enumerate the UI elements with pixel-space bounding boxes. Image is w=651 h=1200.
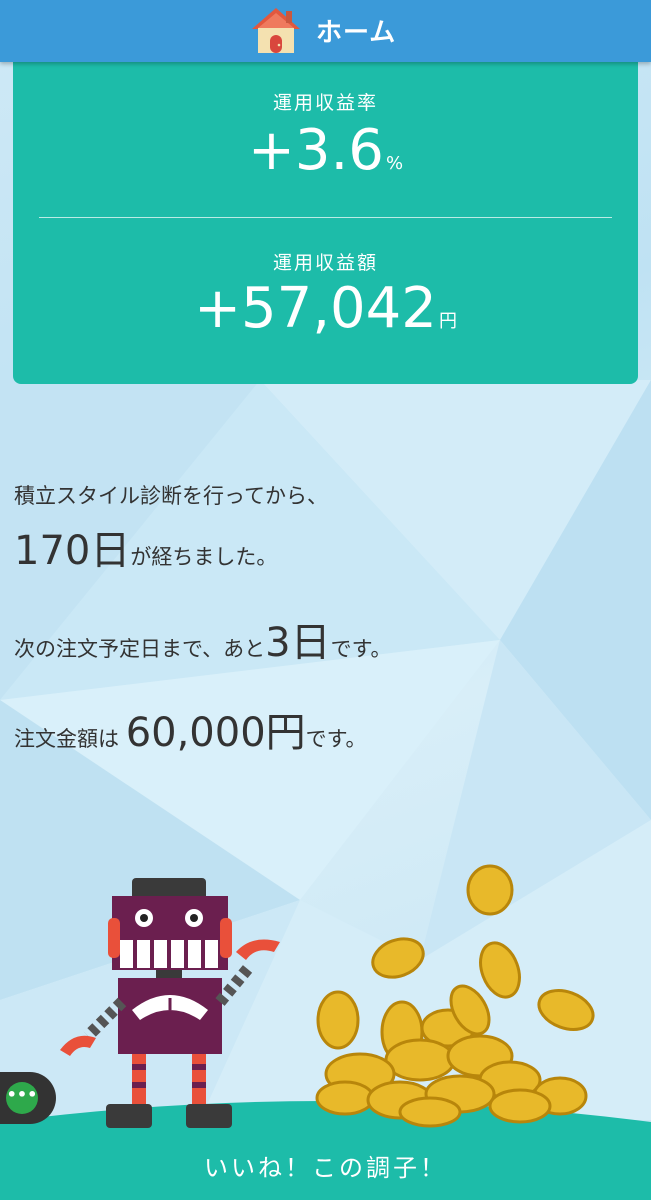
order-amount-suffix: です。 <box>305 727 367 751</box>
next-order-prefix: 次の注文予定日まで、あと <box>14 637 266 661</box>
house-icon <box>252 8 300 53</box>
return-rate-unit: % <box>385 153 404 174</box>
next-order-suffix: です。 <box>330 637 392 661</box>
top-app-bar: ホーム <box>0 0 651 62</box>
elapsed-days-value: 170日 <box>14 528 131 574</box>
robot-icon <box>60 878 280 1128</box>
more-dots-icon: ••• <box>6 1082 38 1114</box>
page-title: ホーム <box>316 17 397 48</box>
elapsed-days-suffix: が経ちました。 <box>130 545 278 569</box>
next-order-line: 次の注文予定日まで、あと3日です。 <box>14 610 392 668</box>
return-rate-value-row: +3.6% <box>13 118 638 183</box>
floating-menu-button[interactable]: ••• <box>0 1072 56 1124</box>
order-amount-value: 60,000円 <box>125 710 306 756</box>
order-amount-line: 注文金額は 60,000円です。 <box>14 700 367 758</box>
return-amount-value: +57,042 <box>194 276 437 341</box>
return-amount-value-row: +57,042 円 <box>13 276 638 341</box>
return-amount-label: 運用収益額 <box>272 252 378 274</box>
diagnosis-intro: 積立スタイル診断を行ってから、 <box>14 484 328 508</box>
gold-coins-icon <box>315 864 595 1128</box>
encouragement-message: いいね！この調子！ <box>204 1154 447 1182</box>
return-rate-value: +3.6 <box>247 118 384 183</box>
return-amount-unit: 円 <box>438 311 457 332</box>
earnings-card: 運用収益率 +3.6% 運用収益額 +57,042 円 <box>13 52 638 384</box>
elapsed-days-line: 170日が経ちました。 <box>14 518 277 576</box>
next-order-days: 3日 <box>265 620 331 666</box>
card-divider <box>39 217 612 218</box>
return-rate-label: 運用収益率 <box>272 92 378 114</box>
order-amount-prefix: 注文金額は <box>14 727 119 751</box>
